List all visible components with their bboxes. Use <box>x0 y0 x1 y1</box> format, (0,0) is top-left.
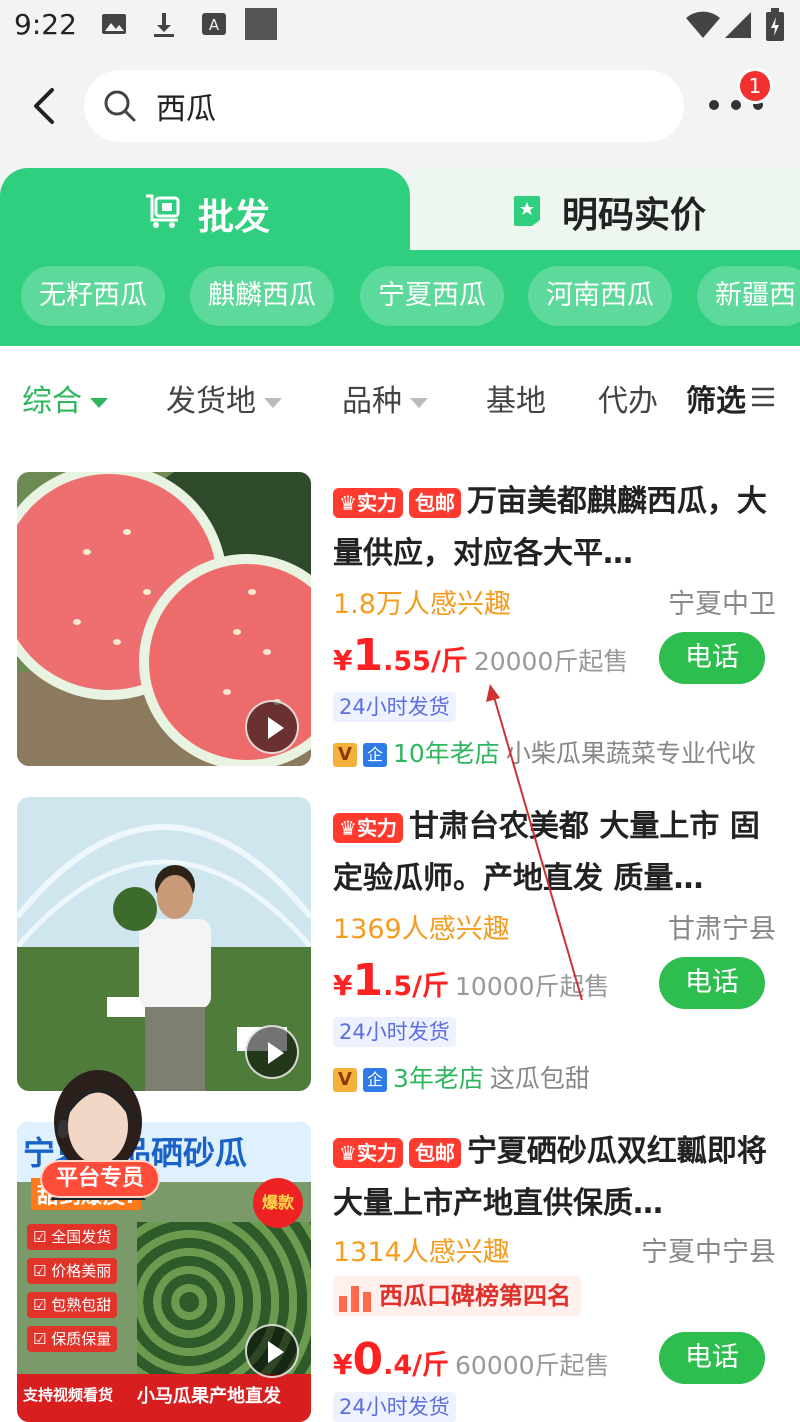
filter-button[interactable]: 筛选 <box>686 376 746 420</box>
chip-seedless[interactable]: 无籽西瓜 <box>21 266 165 326</box>
search-header: 西瓜 1 <box>0 52 800 168</box>
platform-agent-label[interactable]: 平台专员 <box>40 1160 161 1198</box>
bullet-item: ☑ 全国发货 <box>27 1224 118 1250</box>
image-icon <box>102 14 126 34</box>
filter-base[interactable]: 基地 <box>486 376 546 420</box>
filter-label: 发货地 <box>166 384 256 419</box>
play-icon[interactable] <box>245 1025 299 1079</box>
crown-badge: ♛实力 <box>333 812 403 843</box>
filter-origin[interactable]: 发货地 <box>166 376 282 420</box>
call-button[interactable]: 电话 <box>659 1332 765 1384</box>
location: 甘肃宁县 <box>668 914 776 945</box>
filter-comprehensive[interactable]: 综合 <box>22 376 108 420</box>
call-button[interactable]: 电话 <box>659 957 765 1009</box>
play-icon[interactable] <box>245 1324 299 1378</box>
category-panel: 明码实价 批发 无籽西瓜 麒麟西瓜 宁夏西瓜 河南西瓜 新疆西 <box>0 168 800 346</box>
chip-row: 无籽西瓜 麒麟西瓜 宁夏西瓜 河南西瓜 新疆西 <box>0 266 800 330</box>
notification-badge: 1 <box>737 68 773 104</box>
tab-label: 批发 <box>198 197 271 238</box>
battery-icon <box>766 8 784 41</box>
signal-icon <box>725 12 751 38</box>
tab-fixed-price[interactable]: 明码实价 <box>400 168 800 250</box>
chip-henan[interactable]: 河南西瓜 <box>528 266 672 326</box>
tab-wholesale[interactable]: 批发 <box>0 168 410 250</box>
hot-badge: 爆款 <box>253 1178 303 1228</box>
product-card[interactable]: ♛实力 包邮 万亩美都麒麟西瓜，大量供应，对应各大平… 1.8万人感兴趣 宁夏中卫 … <box>0 472 800 796</box>
menu-icon <box>752 387 774 407</box>
product-title[interactable]: ♛实力 包邮 宁夏硒砂瓜双红瓤即将大量上市产地直供保质… <box>333 1126 773 1230</box>
vip-icon: V <box>333 743 357 767</box>
enterprise-icon: 企 <box>363 1068 387 1092</box>
filter-variety[interactable]: 品种 <box>342 376 428 420</box>
location: 宁夏中宁县 <box>641 1237 776 1268</box>
call-button[interactable]: 电话 <box>659 632 765 684</box>
filter-label: 综合 <box>22 384 82 419</box>
free-shipping-badge: 包邮 <box>408 1137 461 1168</box>
wholesale-icon <box>146 194 180 228</box>
interest-count: 1369人感兴趣 <box>333 914 510 945</box>
price-tag-icon <box>514 196 540 226</box>
filter-agent[interactable]: 代办 <box>598 376 658 420</box>
interest-count: 1314人感兴趣 <box>333 1237 510 1268</box>
status-bar: 9:22 A <box>0 0 800 52</box>
vip-icon: V <box>333 1068 357 1092</box>
bullet-item: ☑ 保质保量 <box>27 1326 118 1352</box>
chip-ningxia[interactable]: 宁夏西瓜 <box>360 266 504 326</box>
download-icon <box>154 13 174 37</box>
bullet-item: ☑ 价格美丽 <box>27 1258 118 1284</box>
back-arrow-icon[interactable] <box>26 86 62 126</box>
store-info[interactable]: V 企 10年老店 小柴瓜果蔬菜专业代收 <box>333 734 756 770</box>
product-thumbnail[interactable] <box>17 797 311 1091</box>
status-time: 9:22 <box>14 8 77 41</box>
dropdown-icon <box>90 397 108 408</box>
font-icon: A <box>202 13 226 35</box>
store-info[interactable]: V 企 3年老店 这瓜包甜 <box>333 1059 590 1095</box>
dropdown-icon <box>410 397 428 408</box>
filter-label: 品种 <box>342 384 402 419</box>
free-shipping-badge: 包邮 <box>408 487 461 518</box>
square-icon <box>245 8 277 40</box>
search-box[interactable]: 西瓜 <box>84 70 684 142</box>
shipping-badge: 24小时发货 <box>333 692 456 722</box>
location: 宁夏中卫 <box>668 589 776 620</box>
product-thumbnail[interactable] <box>17 472 311 766</box>
interest-count: 1.8万人感兴趣 <box>333 589 511 620</box>
footer-right: 小马瓜果产地直发 <box>137 1386 281 1407</box>
ranking-icon <box>339 1286 371 1312</box>
filter-bar: 综合 发货地 品种 基地 代办 筛选 <box>0 346 800 446</box>
shipping-badge: 24小时发货 <box>333 1017 456 1047</box>
price: ¥1.55/斤 20000斤起售 <box>333 630 629 681</box>
filter-label: 筛选 <box>686 384 746 419</box>
product-title[interactable]: ♛实力 甘肃台农美都 大量上市 固定验瓜师。产地直发 质量… <box>333 801 773 905</box>
price: ¥1.5/斤 10000斤起售 <box>333 955 610 1006</box>
product-title[interactable]: ♛实力 包邮 万亩美都麒麟西瓜，大量供应，对应各大平… <box>333 476 773 580</box>
wifi-icon <box>686 11 720 38</box>
crown-badge: ♛实力 <box>333 487 403 518</box>
dropdown-icon <box>264 397 282 408</box>
enterprise-icon: 企 <box>363 743 387 767</box>
shipping-badge: 24小时发货 <box>333 1392 456 1422</box>
chip-qilin[interactable]: 麒麟西瓜 <box>190 266 334 326</box>
ranking-badge: 西瓜口碑榜第四名 <box>333 1276 581 1316</box>
svg-text:A: A <box>209 16 220 34</box>
price: ¥0.4/斤 60000斤起售 <box>333 1334 610 1385</box>
tab-label: 明码实价 <box>562 195 707 236</box>
search-icon <box>104 90 136 122</box>
crown-badge: ♛实力 <box>333 1137 403 1168</box>
chip-xinjiang[interactable]: 新疆西 <box>697 266 800 326</box>
footer-left: 支持视频看货 <box>23 1386 114 1404</box>
play-icon[interactable] <box>245 700 299 754</box>
search-query[interactable]: 西瓜 <box>156 84 216 128</box>
bullet-item: ☑ 包熟包甜 <box>27 1292 118 1318</box>
